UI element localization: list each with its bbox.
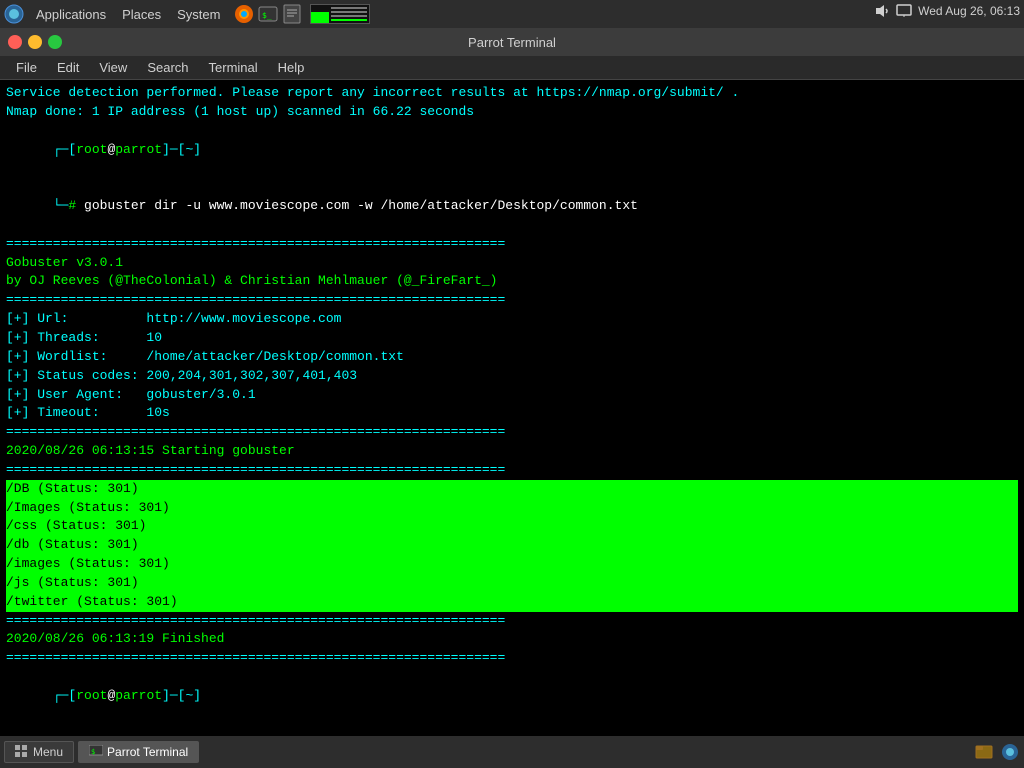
file-manager-icon[interactable] xyxy=(974,742,994,762)
terminal-content[interactable]: Service detection performed. Please repo… xyxy=(0,80,1024,736)
monitor-icon xyxy=(896,3,912,19)
window-thumbnail[interactable] xyxy=(310,4,370,24)
places-menu[interactable]: Places xyxy=(114,5,169,24)
result-line: /images (Status: 301) xyxy=(6,555,1018,574)
window-menubar: File Edit View Search Terminal Help xyxy=(0,56,1024,80)
divider-line: ========================================… xyxy=(6,649,1018,668)
window-controls xyxy=(8,35,62,49)
system-menu[interactable]: System xyxy=(169,5,228,24)
speaker-icon xyxy=(874,3,890,19)
minimize-button[interactable] xyxy=(28,35,42,49)
terminal-taskbar-button[interactable]: $ Parrot Terminal xyxy=(78,741,199,763)
terminal-line: Gobuster v3.0.1 xyxy=(6,254,1018,273)
datetime-display: Wed Aug 26, 06:13 xyxy=(918,4,1020,18)
terminal-line: [+] Url: http://www.moviescope.com xyxy=(6,310,1018,329)
window-titlebar: Parrot Terminal xyxy=(0,28,1024,56)
divider-line: ========================================… xyxy=(6,461,1018,480)
terminal-small-icon: $ xyxy=(89,745,103,759)
menu-file[interactable]: File xyxy=(6,58,47,77)
terminal-cmd-line: └─# gobuster dir -u www.moviescope.com -… xyxy=(6,178,1018,235)
result-line: /js (Status: 301) xyxy=(6,574,1018,593)
result-line: /css (Status: 301) xyxy=(6,517,1018,536)
taskbar-right xyxy=(974,742,1020,762)
menu-grid-icon xyxy=(15,745,29,759)
divider-line: ========================================… xyxy=(6,423,1018,442)
svg-text:$_: $_ xyxy=(262,11,272,20)
result-line: /DB (Status: 301) xyxy=(6,480,1018,499)
terminal-taskbar-label: Parrot Terminal xyxy=(107,745,188,759)
parrot-taskbar-icon[interactable] xyxy=(1000,742,1020,762)
terminal-line: [+] Status codes: 200,204,301,302,307,40… xyxy=(6,367,1018,386)
divider-line: ========================================… xyxy=(6,291,1018,310)
terminal-line: [+] Timeout: 10s xyxy=(6,404,1018,423)
menu-search[interactable]: Search xyxy=(137,58,198,77)
terminal-line: by OJ Reeves (@TheColonial) & Christian … xyxy=(6,272,1018,291)
notes-icon[interactable] xyxy=(282,4,302,24)
close-button[interactable] xyxy=(8,35,22,49)
taskbar: Menu $ Parrot Terminal xyxy=(0,736,1024,768)
firefox-icon[interactable] xyxy=(234,4,254,24)
terminal-line: Nmap done: 1 IP address (1 host up) scan… xyxy=(6,103,1018,122)
terminal-icon[interactable]: $_ xyxy=(258,4,278,24)
applications-menu[interactable]: Applications xyxy=(28,5,114,24)
window-title: Parrot Terminal xyxy=(468,35,556,50)
menu-help[interactable]: Help xyxy=(268,58,315,77)
topbar: Applications Places System $_ xyxy=(0,0,1024,28)
terminal-line: Service detection performed. Please repo… xyxy=(6,84,1018,103)
terminal-line: [+] Threads: 10 xyxy=(6,329,1018,348)
divider-line: ========================================… xyxy=(6,235,1018,254)
maximize-button[interactable] xyxy=(48,35,62,49)
systray: Wed Aug 26, 06:13 xyxy=(874,3,1020,19)
terminal-line: [+] Wordlist: /home/attacker/Desktop/com… xyxy=(6,348,1018,367)
terminal-window: Parrot Terminal File Edit View Search Te… xyxy=(0,28,1024,736)
menu-terminal[interactable]: Terminal xyxy=(199,58,268,77)
terminal-input-line[interactable]: └─# xyxy=(6,725,1018,736)
terminal-line: [+] User Agent: gobuster/3.0.1 xyxy=(6,386,1018,405)
terminal-line: 2020/08/26 06:13:15 Starting gobuster xyxy=(6,442,1018,461)
parrot-logo xyxy=(4,4,24,24)
divider-line: ========================================… xyxy=(6,612,1018,631)
menu-edit[interactable]: Edit xyxy=(47,58,89,77)
result-line: /Images (Status: 301) xyxy=(6,499,1018,518)
menu-button-label: Menu xyxy=(33,745,63,759)
terminal-prompt-line: ┌─[root@parrot]─[~] xyxy=(6,122,1018,179)
terminal-prompt-line: ┌─[root@parrot]─[~] xyxy=(6,668,1018,725)
terminal-line: 2020/08/26 06:13:19 Finished xyxy=(6,630,1018,649)
result-line: /twitter (Status: 301) xyxy=(6,593,1018,612)
menu-view[interactable]: View xyxy=(89,58,137,77)
menu-button[interactable]: Menu xyxy=(4,741,74,763)
svg-text:$: $ xyxy=(91,748,95,756)
result-line: /db (Status: 301) xyxy=(6,536,1018,555)
